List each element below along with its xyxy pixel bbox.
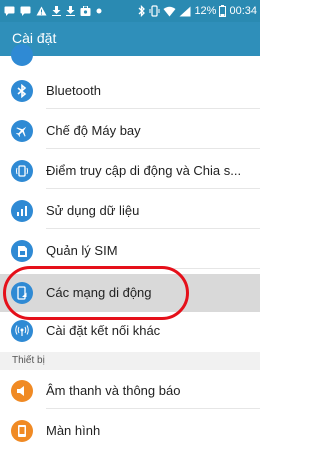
notification-icons [4, 3, 102, 19]
data-usage-icon [11, 200, 33, 222]
mobile-network-icon [11, 282, 33, 304]
sms-icon [4, 6, 15, 16]
section-header-label: Thiết bị [12, 355, 45, 366]
more-dots-icon [96, 8, 102, 14]
system-indicators: 12% 00:34 [138, 3, 257, 19]
bluetooth-icon [138, 5, 146, 17]
settings-item-hotspot[interactable]: Điểm truy cập di động và Chia s... [0, 154, 260, 188]
vibrate-icon [149, 5, 160, 17]
battery-percent: 12% [194, 5, 217, 17]
warning-icon [36, 6, 47, 16]
download-icon [66, 6, 75, 16]
settings-item-more-connections[interactable]: Cài đặt kết nối khác [0, 314, 260, 348]
hotspot-icon [11, 160, 33, 182]
settings-item-label: Bluetooth [46, 83, 101, 98]
settings-item-label: Chế độ Máy bay [46, 123, 141, 138]
settings-item-airplane-mode[interactable]: Chế độ Máy bay [0, 114, 260, 148]
settings-item-label: Điểm truy cập di động và Chia s... [46, 163, 242, 178]
settings-item-label: Các mạng di động [46, 285, 152, 300]
clock: 00:34 [229, 5, 257, 17]
section-header-device: Thiết bị [0, 352, 260, 370]
settings-item-label: Âm thanh và thông báo [46, 383, 181, 398]
app-bar: Cài đặt [0, 22, 260, 56]
divider [46, 108, 260, 109]
more-connections-icon [11, 320, 33, 342]
divider [46, 228, 260, 229]
settings-item-label: Quản lý SIM [46, 243, 118, 258]
settings-item-data-usage[interactable]: Sử dụng dữ liệu [0, 194, 260, 228]
bluetooth-icon [11, 80, 33, 102]
settings-item-display[interactable]: Màn hình [0, 414, 260, 448]
settings-item-label: Màn hình [46, 423, 101, 438]
divider [46, 408, 260, 409]
airplane-icon [11, 120, 33, 142]
divider [46, 268, 260, 269]
status-bar: 12% 00:34 [0, 0, 260, 22]
settings-item-bluetooth[interactable]: Bluetooth [0, 74, 260, 108]
sim-icon [11, 240, 33, 262]
signal-icon [179, 6, 191, 16]
shop-icon [80, 6, 91, 16]
settings-item-mobile-networks[interactable]: Các mạng di động [0, 274, 260, 312]
wifi-icon [163, 6, 176, 16]
partial-item-icon [11, 44, 33, 66]
settings-item-sim-manager[interactable]: Quản lý SIM [0, 234, 260, 268]
message-icon [20, 6, 31, 16]
display-icon [11, 420, 33, 442]
settings-item-label: Cài đặt kết nối khác [46, 323, 161, 338]
sound-icon [11, 380, 33, 402]
divider [46, 188, 260, 189]
partial-list-item [0, 44, 260, 68]
settings-item-sound-notifications[interactable]: Âm thanh và thông báo [0, 374, 260, 408]
settings-item-label: Sử dụng dữ liệu [46, 203, 140, 218]
divider [46, 148, 260, 149]
download-icon [52, 6, 61, 16]
battery-icon [219, 5, 227, 17]
